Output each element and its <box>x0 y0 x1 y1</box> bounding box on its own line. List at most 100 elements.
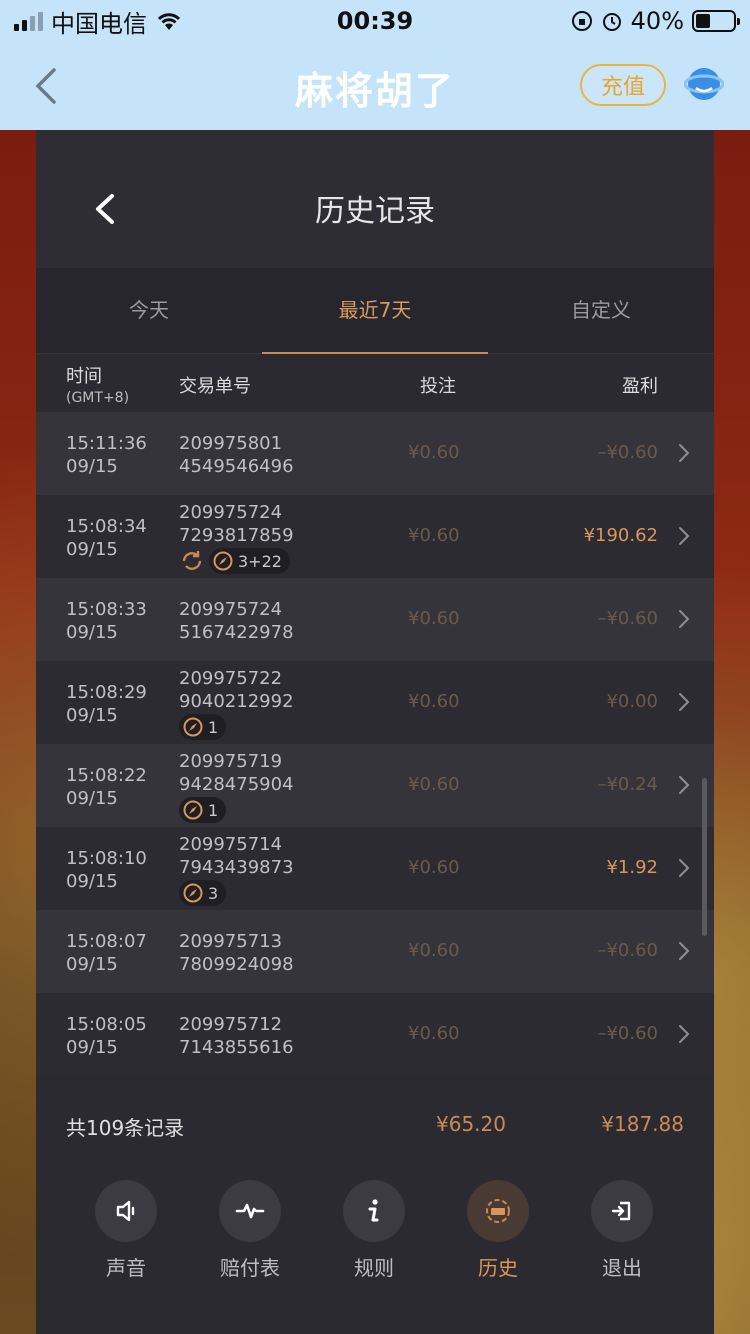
battery-icon <box>692 10 740 32</box>
row-order-line2: 7143855616 <box>179 1037 294 1058</box>
row-date-value: 09/15 <box>66 871 118 892</box>
row-profit: ¥1.92 <box>606 857 658 878</box>
row-time: 15:08:05 09/15 <box>66 1013 147 1059</box>
recharge-button[interactable]: 充值 <box>580 64 666 106</box>
history-icon <box>486 1199 510 1223</box>
total-profit: ¥187.88 <box>601 1112 684 1136</box>
row-bet: ¥0.60 <box>408 525 460 546</box>
chevron-right-icon[interactable] <box>678 443 690 463</box>
table-row[interactable]: 15:11:36 09/15 209975801 4549546496 ¥0.60 –¥0… <box>36 412 714 495</box>
sound-label: 声音 <box>106 1256 146 1280</box>
row-bet: ¥0.60 <box>408 1023 460 1044</box>
row-time-value: 15:08:34 <box>66 516 147 537</box>
header-time-label: 时间 <box>66 366 102 387</box>
row-order: 209975801 4549546496 <box>179 432 294 478</box>
sound-button[interactable]: 声音 <box>64 1170 188 1334</box>
table-row[interactable]: 15:08:29 09/15 209975722 9040212992 1 ¥0.60 ¥0… <box>36 661 714 744</box>
row-profit: –¥0.60 <box>597 1023 658 1044</box>
table-row[interactable]: 15:08:05 09/15 209975712 7143855616 ¥0.60 –¥0… <box>36 993 714 1076</box>
wifi-icon <box>157 13 181 30</box>
badge-value: 1 <box>208 717 219 737</box>
header-time: 时间 (GMT+8) <box>66 362 129 406</box>
table-row[interactable]: 15:08:34 09/15 209975724 7293817859 3+22 ¥0.6… <box>36 495 714 578</box>
row-time-value: 15:08:22 <box>66 765 147 786</box>
panel-title: 历史记录 <box>315 194 435 229</box>
speaker-icon <box>116 1200 135 1222</box>
row-time-value: 15:08:05 <box>66 1014 147 1035</box>
row-time: 15:08:33 09/15 <box>66 598 147 644</box>
multiplier-badge: 3 <box>179 880 227 906</box>
row-order-line2: 9428475904 <box>179 774 294 795</box>
table-row[interactable]: 15:08:07 09/15 209975713 7809924098 ¥0.60 –¥0… <box>36 910 714 993</box>
compass-icon <box>213 551 233 571</box>
scrollbar[interactable] <box>702 778 707 936</box>
paytable-button[interactable]: 赔付表 <box>188 1170 312 1334</box>
tab-last-7-days[interactable]: 最近7天 <box>262 268 488 354</box>
info-icon <box>368 1199 379 1222</box>
chevron-right-icon[interactable] <box>678 609 690 629</box>
row-bet: ¥0.60 <box>408 940 460 961</box>
date-tabs: 今天 最近7天 自定义 <box>36 268 714 354</box>
table-row[interactable]: 15:08:10 09/15 209975714 7943439873 3 ¥0.60 ¥1… <box>36 827 714 910</box>
chevron-right-icon[interactable] <box>678 692 690 712</box>
table-row[interactable]: 15:08:33 09/15 209975724 5167422978 ¥0.60 –¥0… <box>36 578 714 661</box>
row-time: 15:08:22 09/15 <box>66 764 147 810</box>
row-time: 15:08:29 09/15 <box>66 681 147 727</box>
table-row[interactable]: 15:08:22 09/15 209975719 9428475904 1 ¥0.60 –¥… <box>36 744 714 827</box>
badge-value: 3+22 <box>238 551 282 571</box>
free-spin-icon <box>182 551 202 570</box>
chevron-right-icon[interactable] <box>678 858 690 878</box>
orientation-lock-icon <box>571 11 592 31</box>
paytable-label: 赔付表 <box>220 1256 280 1280</box>
row-order-line2: 4549546496 <box>179 456 294 477</box>
row-time: 15:08:10 09/15 <box>66 847 147 893</box>
row-time-value: 15:08:07 <box>66 931 147 952</box>
chevron-right-icon[interactable] <box>678 526 690 546</box>
tab-today[interactable]: 今天 <box>36 268 262 353</box>
customer-service-icon[interactable] <box>684 64 724 104</box>
rules-label: 规则 <box>354 1256 394 1280</box>
multiplier-badge: 1 <box>179 797 227 823</box>
row-profit: –¥0.60 <box>597 608 658 629</box>
history-label: 历史 <box>478 1256 518 1280</box>
row-badges: 3 <box>179 880 227 906</box>
row-order-line1: 209975712 <box>179 1014 283 1035</box>
pulse-icon <box>235 1203 265 1219</box>
row-order: 209975712 7143855616 <box>179 1013 294 1059</box>
battery-percent: 40% <box>630 7 684 35</box>
row-order-line2: 5167422978 <box>179 622 294 643</box>
row-order: 209975714 7943439873 <box>179 833 294 879</box>
row-order-line2: 7943439873 <box>179 857 294 878</box>
multiplier-badge: 1 <box>179 714 227 740</box>
row-profit: –¥0.60 <box>597 442 658 463</box>
row-order-line1: 209975722 <box>179 668 283 689</box>
row-date-value: 09/15 <box>66 1037 118 1058</box>
row-order-line1: 209975724 <box>179 502 283 523</box>
row-time-value: 15:08:10 <box>66 848 147 869</box>
row-badges: 1 <box>179 714 227 740</box>
total-bet: ¥65.20 <box>436 1112 506 1136</box>
signal-icon <box>14 11 43 31</box>
summary-bar: 共109条记录 ¥65.20 ¥187.88 <box>36 1090 714 1156</box>
row-time-value: 15:11:36 <box>66 433 147 454</box>
row-date-value: 09/15 <box>66 788 118 809</box>
row-badges: 3+22 <box>179 548 290 574</box>
exit-button[interactable]: 退出 <box>560 1170 684 1334</box>
header-bet: 投注 <box>420 376 456 397</box>
chevron-right-icon[interactable] <box>678 1024 690 1044</box>
status-time: 00:39 <box>336 7 414 35</box>
chevron-right-icon[interactable] <box>678 775 690 795</box>
row-order-line1: 209975801 <box>179 433 283 454</box>
record-count: 共109条记录 <box>66 1116 185 1140</box>
status-bar: 中国电信 00:39 40% <box>0 0 750 42</box>
row-profit: ¥190.62 <box>583 525 658 546</box>
row-profit: ¥0.00 <box>606 691 658 712</box>
rules-button[interactable]: 规则 <box>312 1170 436 1334</box>
row-date-value: 09/15 <box>66 954 118 975</box>
row-order: 209975722 9040212992 <box>179 667 294 713</box>
row-order: 209975713 7809924098 <box>179 930 294 976</box>
chevron-right-icon[interactable] <box>678 941 690 961</box>
multiplier-badge: 3+22 <box>209 548 290 574</box>
history-button[interactable]: 历史 <box>436 1170 560 1334</box>
tab-custom[interactable]: 自定义 <box>488 268 714 353</box>
